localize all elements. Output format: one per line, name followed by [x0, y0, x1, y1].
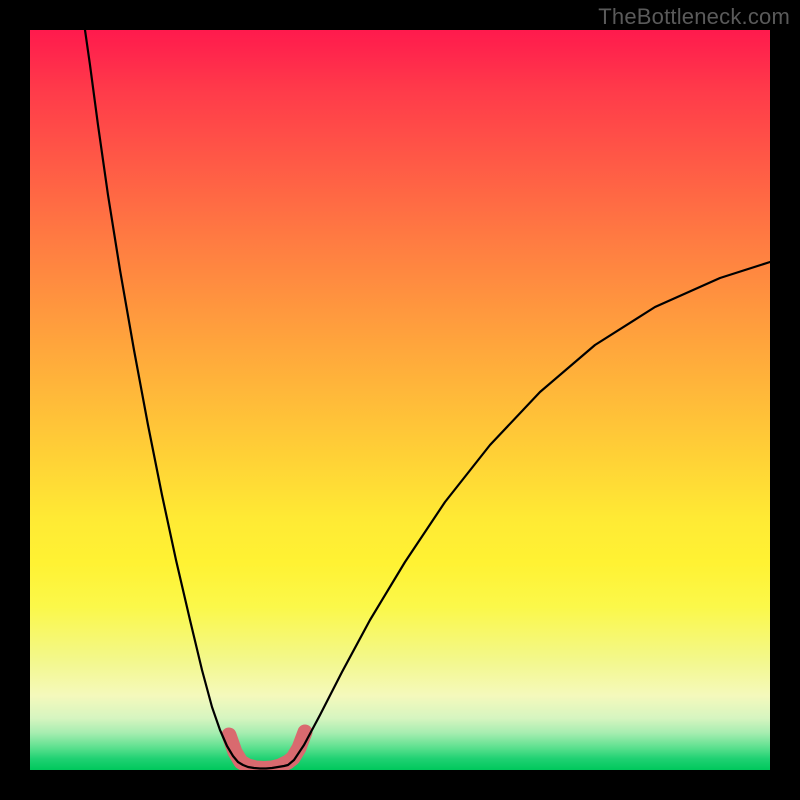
- bottleneck-curve: [85, 30, 770, 769]
- watermark-text: TheBottleneck.com: [598, 4, 790, 30]
- chart-svg: [30, 30, 770, 770]
